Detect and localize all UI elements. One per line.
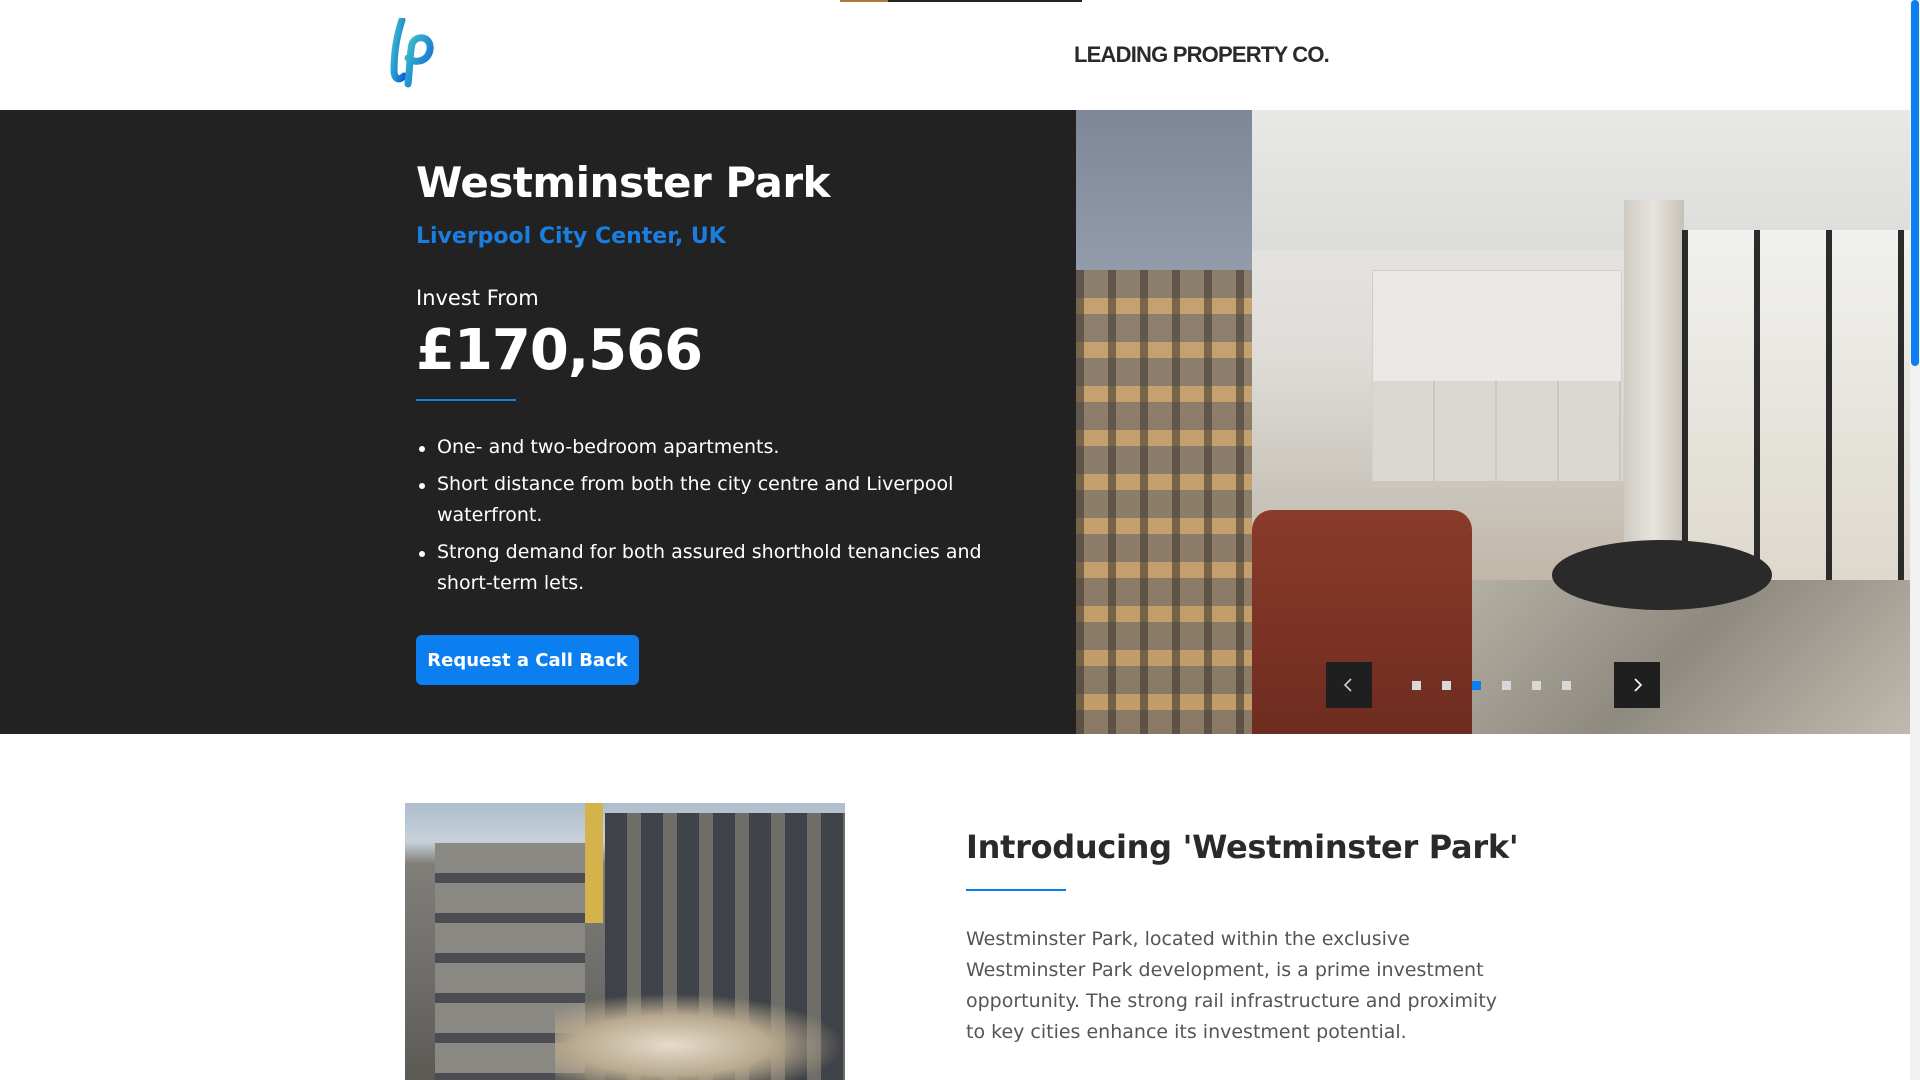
price-underline — [416, 399, 516, 401]
lp-logo-icon[interactable] — [388, 16, 436, 88]
feature-item: Strong demand for both assured shorthold… — [416, 537, 1016, 599]
intro-building-image — [405, 803, 845, 1080]
scrollbar-thumb[interactable] — [1911, 0, 1919, 366]
slide-building-image — [1076, 110, 1252, 734]
site-header: LEADING PROPERTY CO. — [0, 0, 1910, 110]
hero-title: Westminster Park — [416, 158, 831, 207]
request-call-back-button[interactable]: Request a Call Back — [416, 635, 639, 685]
invest-label: Invest From — [416, 286, 539, 310]
hero-content: Westminster Park Liverpool City Center, … — [0, 110, 1076, 734]
slider-dot[interactable] — [1532, 681, 1541, 690]
intro-underline — [966, 889, 1066, 891]
invest-price: £170,566 — [416, 318, 703, 383]
feature-item: One- and two-bedroom apartments. — [416, 432, 1016, 463]
slide-interior-image — [1252, 110, 1910, 734]
brand-name[interactable]: LEADING PROPERTY CO. — [1074, 42, 1330, 68]
slider-dot[interactable] — [1502, 681, 1511, 690]
slider-dot[interactable] — [1562, 681, 1571, 690]
slider-dots — [1412, 681, 1582, 691]
slider-prev-button[interactable] — [1326, 662, 1372, 708]
hero-location: Liverpool City Center, UK — [416, 224, 726, 249]
feature-item: Short distance from both the city centre… — [416, 469, 1016, 531]
slider-dot[interactable] — [1412, 681, 1421, 690]
hero-section: Westminster Park Liverpool City Center, … — [0, 110, 1910, 734]
intro-title: Introducing 'Westminster Park' — [966, 828, 1519, 866]
feature-list: One- and two-bedroom apartments. Short d… — [416, 432, 1016, 605]
chevron-left-icon — [1343, 678, 1352, 692]
image-slider — [1076, 110, 1910, 734]
chevron-right-icon — [1634, 678, 1643, 692]
slider-dot-active[interactable] — [1472, 681, 1481, 690]
slider-dot[interactable] — [1442, 681, 1451, 690]
top-progress-strip-accent — [840, 0, 888, 2]
intro-body: Westminster Park, located within the exc… — [966, 928, 1498, 1043]
slider-next-button[interactable] — [1614, 662, 1660, 708]
